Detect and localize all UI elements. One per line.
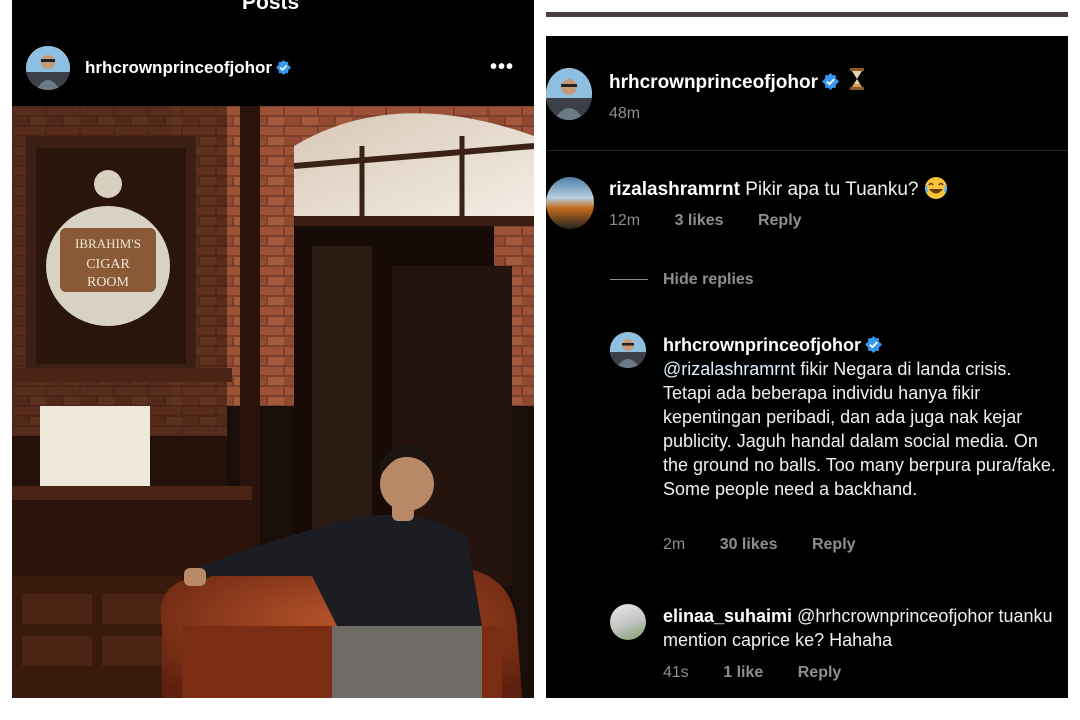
reply-timestamp: 2m [663,536,686,553]
likes-count[interactable]: 1 like [723,664,763,681]
reply-meta: 41s 1 like Reply [663,664,841,682]
reply-button[interactable]: Reply [798,664,842,681]
post-header: hrhcrownprinceofjohor ••• [12,32,534,104]
reply-body: elinaa_suhaimi @hrhcrownprinceofjohor tu… [663,604,1063,652]
post-photo: IBRAHIM'S CIGAR ROOM [12,106,534,698]
comments-panel: hrhcrownprinceofjohor 48m rizalashramrnt… [546,36,1068,698]
post-panel: Posts hrhcrownprinceofjohor ••• IBRAHIM'… [12,0,534,698]
laughing-emoji-icon [925,177,948,199]
more-options-icon[interactable]: ••• [490,56,514,79]
post-username[interactable]: hrhcrownprinceofjohor [85,58,291,78]
reply-button[interactable]: Reply [812,536,856,553]
hourglass-icon [850,68,864,90]
avatar[interactable] [610,604,646,640]
verified-badge-icon [865,336,882,353]
verified-badge-icon [276,60,291,75]
avatar[interactable] [546,68,592,120]
caption-line: hrhcrownprinceofjohor [609,68,865,94]
reply-text: fikir Negara di landa crisis. Tetapi ada… [663,359,1056,499]
comment-timestamp: 12m [609,212,641,229]
avatar[interactable] [610,332,646,368]
divider [546,150,1068,151]
divider-bar [546,12,1068,17]
caption-username[interactable]: hrhcrownprinceofjohor [609,72,818,93]
avatar[interactable] [546,177,594,229]
plaque-text-2: CIGAR [86,257,130,272]
likes-count[interactable]: 30 likes [720,536,778,553]
hide-replies-label[interactable]: Hide replies [663,271,754,288]
avatar[interactable] [26,46,70,90]
hide-replies-button[interactable]: Hide replies [610,271,754,289]
comment-line: rizalashramrnt Pikir apa tu Tuanku? [609,176,948,201]
reply-username[interactable]: hrhcrownprinceofjohor [663,335,861,355]
verified-badge-icon [822,73,839,90]
reply-username[interactable]: elinaa_suhaimi [663,606,792,626]
reply-body: hrhcrownprinceofjohor @rizalashramrnt fi… [663,333,1063,501]
reply-timestamp: 41s [663,664,689,681]
plaque-text-1: IBRAHIM'S [75,236,141,251]
comment-username[interactable]: rizalashramrnt [609,179,740,200]
plaque-text-3: ROOM [87,275,130,290]
page-header: Posts [12,0,534,30]
comment-meta: 12m 3 likes Reply [609,212,802,230]
dash-line [610,279,648,281]
caption-timestamp: 48m [609,105,641,122]
page-title: Posts [242,0,300,14]
reply-meta: 2m 30 likes Reply [663,536,856,554]
likes-count[interactable]: 3 likes [675,212,724,229]
reply-button[interactable]: Reply [758,212,802,229]
reply-mention[interactable]: @rizalashramrnt [663,359,795,379]
comment-text: Pikir apa tu Tuanku? [745,179,919,200]
